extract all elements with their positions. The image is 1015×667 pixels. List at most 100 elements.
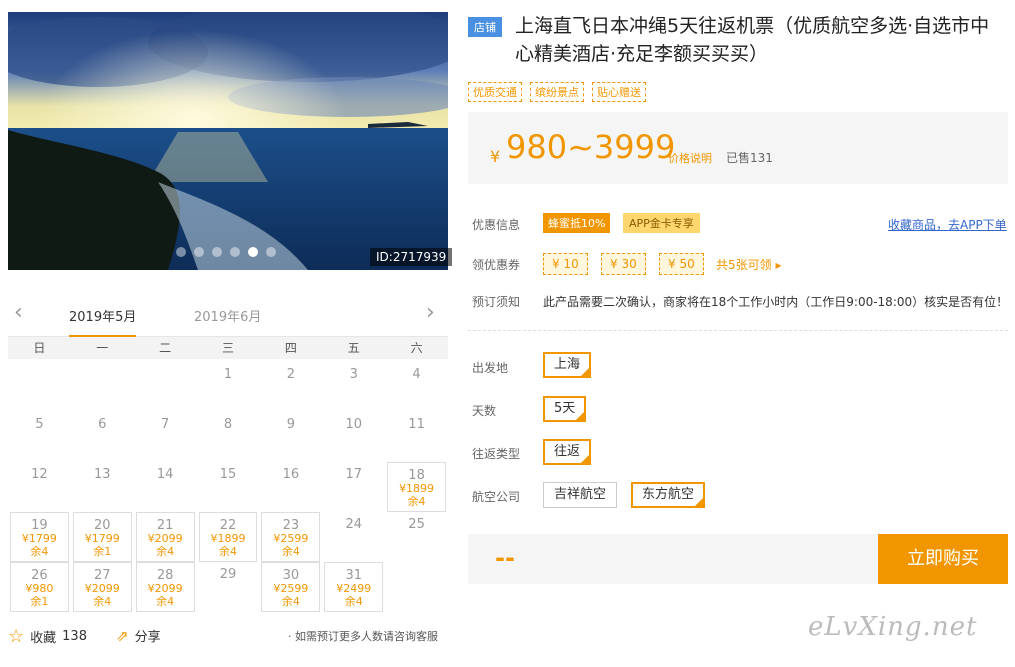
option-days-5[interactable]: 5天 — [543, 396, 587, 422]
coupon-50[interactable]: ¥ 50 — [659, 253, 704, 275]
calendar-day[interactable]: 20 ¥1799 余1 — [72, 512, 132, 562]
carousel-dot[interactable] — [212, 247, 222, 257]
day-price: ¥1799 — [84, 532, 120, 545]
coupon-10[interactable]: ¥ 10 — [543, 253, 588, 275]
day-number: 23 — [282, 518, 300, 533]
calendar-day: 13 — [73, 462, 132, 512]
day-number: 7 — [160, 417, 170, 432]
shop-tag[interactable]: 店铺 — [468, 17, 502, 37]
day-number: 22 — [219, 518, 237, 533]
favorite-label: 收藏 — [30, 631, 57, 646]
share-label: 分享 — [134, 630, 161, 645]
favorite-button[interactable]: ☆ 收藏 138 — [8, 626, 87, 647]
calendar-day: 8 — [199, 412, 258, 462]
option-roundtrip[interactable]: 往返 — [543, 439, 592, 465]
day-number: 29 — [219, 567, 237, 582]
calendar-day: 14 — [136, 462, 195, 512]
buy-bar — [468, 534, 878, 584]
carousel-dot[interactable] — [194, 247, 204, 257]
calendar-day: 6 — [73, 412, 132, 462]
calendar-day[interactable]: 28 ¥2099 余4 — [135, 562, 195, 612]
weekday-label: 四 — [284, 341, 297, 355]
coupons-more-link[interactable]: 共5张可领 ▸ — [716, 256, 781, 273]
day-remaining: 余1 — [30, 595, 49, 608]
day-number: 31 — [345, 568, 362, 583]
day-number: 17 — [345, 467, 362, 482]
option-airline-juneyao[interactable]: 吉祥航空 — [543, 482, 618, 508]
calendar-day: 17 — [324, 462, 383, 512]
next-month-arrow-icon[interactable]: › — [426, 300, 435, 325]
calendar-day[interactable]: 26 ¥980 余1 — [10, 562, 69, 612]
offers-label: 优惠信息 — [472, 218, 521, 232]
tab-month-june[interactable]: 2019年6月 — [194, 306, 261, 335]
departure-label: 出发地 — [472, 361, 509, 375]
calendar-day[interactable]: 18 ¥1899 余4 — [387, 462, 446, 512]
calendar-day: 2 — [261, 362, 320, 412]
feature-tags: 优质交通 缤纷景点 贴心赠送 — [468, 82, 646, 102]
tab-month-may[interactable]: 2019年5月 — [69, 306, 137, 338]
calendar-day[interactable]: 19 ¥1799 余4 — [10, 512, 69, 562]
option-airline-eastern[interactable]: 东方航空 — [631, 482, 706, 508]
day-number: 12 — [31, 467, 48, 482]
watermark: eLvXing.net — [808, 612, 978, 642]
calendar-day[interactable]: 27 ¥2099 余4 — [72, 562, 132, 612]
product-title: 上海直飞日本冲绳5天往返机票（优质航空多选·自选市中心精美酒店·充足李额买买买） — [515, 15, 990, 65]
calendar-day[interactable]: 23 ¥2599 余4 — [261, 512, 321, 562]
price-range: 980~3999 — [506, 128, 676, 166]
day-number: 25 — [408, 517, 425, 532]
day-remaining: 余1 — [93, 545, 112, 558]
consult-note[interactable]: · 如需预订更多人数请咨询客服 — [288, 628, 438, 644]
day-number: 19 — [31, 518, 48, 533]
carousel-dot[interactable] — [248, 247, 258, 257]
calendar-day: 7 — [136, 412, 195, 462]
day-remaining: 余4 — [93, 595, 112, 608]
weekday-label: 五 — [347, 341, 360, 355]
day-number: 8 — [223, 417, 233, 432]
carousel-dot[interactable] — [176, 247, 186, 257]
day-remaining: 余4 — [156, 545, 175, 558]
prev-month-arrow-icon[interactable]: ‹ — [14, 300, 23, 325]
weekday-label: 日 — [33, 341, 46, 355]
day-number: 30 — [282, 568, 300, 583]
share-button[interactable]: ⇗ 分享 — [116, 626, 161, 646]
day-number: 9 — [286, 417, 295, 432]
day-number: 11 — [408, 417, 425, 432]
share-icon: ⇗ — [116, 626, 129, 645]
day-number: 21 — [156, 518, 174, 533]
calendar-day[interactable]: 30 ¥2599 余4 — [261, 562, 321, 612]
calendar-day: 3 — [324, 362, 383, 412]
calendar-day: 12 — [10, 462, 69, 512]
day-number: 15 — [219, 467, 237, 482]
day-price: ¥2099 — [147, 582, 183, 595]
booking-notice: 此产品需要二次确认，商家将在18个工作小时内（工作日9:00-18:00）核实是… — [543, 295, 1009, 309]
day-number: 5 — [35, 417, 44, 432]
carousel-dot[interactable] — [230, 247, 240, 257]
calendar-day[interactable]: 21 ¥2099 余4 — [135, 512, 195, 562]
weekday-label: 二 — [159, 341, 172, 355]
weekday-label: 三 — [221, 341, 234, 355]
day-price: ¥2599 — [273, 582, 309, 595]
buy-now-button[interactable]: 立即购买 — [878, 534, 1008, 584]
day-remaining: 余4 — [156, 595, 175, 608]
calendar-day: 10 — [324, 412, 383, 462]
divider — [468, 330, 1008, 331]
calendar-day[interactable]: 22 ¥1899 余4 — [198, 512, 258, 562]
price-note-link[interactable]: 价格说明 — [668, 150, 712, 166]
calendar-day: 4 — [387, 362, 446, 412]
calendar-day: 24 — [324, 512, 383, 562]
carousel-dot[interactable] — [266, 247, 276, 257]
calendar-empty-cell — [73, 362, 132, 412]
coupon-30[interactable]: ¥ 30 — [601, 253, 646, 275]
calendar-grid: 1 2 3 4 5 6 7 8 9 10 11 12 13 14 15 16 17 18 ¥1899 余4 19 ¥179… — [8, 362, 448, 612]
product-hero-image[interactable] — [8, 12, 448, 270]
day-number: 26 — [31, 568, 48, 583]
calendar-day[interactable]: 31 ¥2499 余4 — [324, 562, 384, 612]
day-number: 24 — [345, 517, 362, 532]
day-remaining: 余4 — [281, 545, 300, 558]
option-departure-shanghai[interactable]: 上海 — [543, 352, 592, 378]
day-number: 10 — [345, 417, 362, 432]
feature-tag: 贴心赠送 — [592, 82, 646, 102]
carousel-dots[interactable] — [176, 247, 276, 257]
favorite-app-link[interactable]: 收藏商品，去APP下单 — [888, 216, 1007, 233]
day-number: 14 — [156, 467, 174, 482]
